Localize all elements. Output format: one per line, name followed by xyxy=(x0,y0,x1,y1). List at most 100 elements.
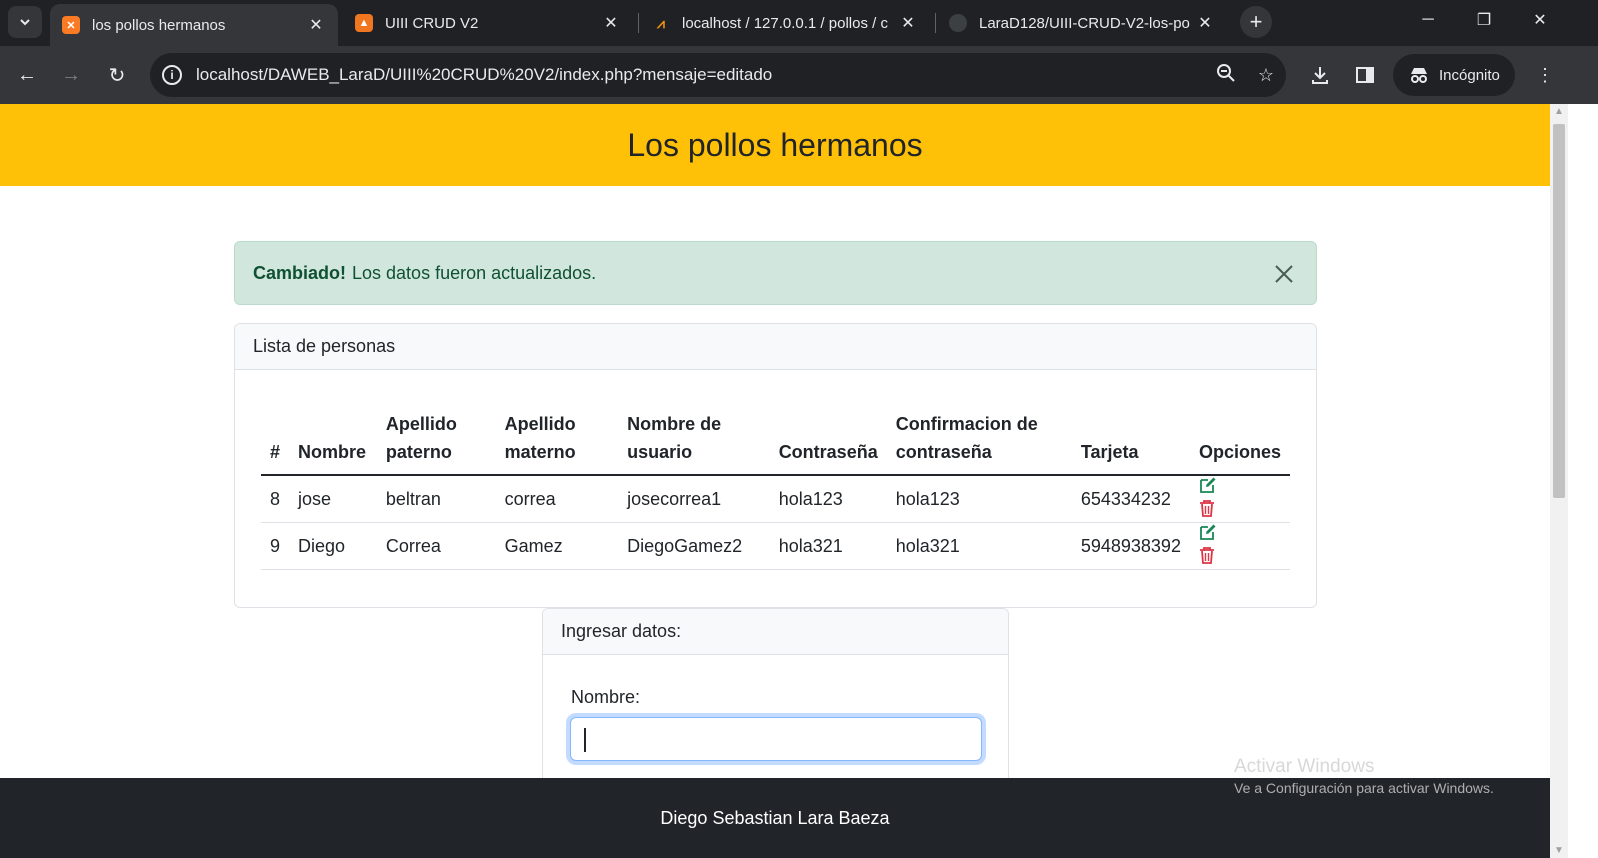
trash-icon xyxy=(1199,547,1214,564)
plus-icon: + xyxy=(1249,9,1263,34)
cell-nombre: jose xyxy=(289,475,377,523)
cell-tarjeta: 5948938392 xyxy=(1071,522,1190,570)
back-button[interactable]: ← xyxy=(12,60,42,90)
edit-button[interactable] xyxy=(1199,523,1247,541)
tab-title: LaraD128/UIII-CRUD-V2-los-po xyxy=(979,14,1190,32)
nombre-label: Nombre: xyxy=(571,687,641,707)
scroll-up-arrow-icon[interactable]: ▲ xyxy=(1554,106,1564,117)
phpmyadmin-favicon-icon: ⩘ xyxy=(657,14,665,31)
table-header-row: # Nombre Apellido paterno Apellido materno… xyxy=(261,404,1290,476)
github-favicon-icon xyxy=(949,14,967,32)
edit-button[interactable] xyxy=(1199,476,1247,494)
cell-confirmacion: hola123 xyxy=(886,475,1072,523)
alert-strong: Cambiado! xyxy=(253,262,347,283)
bookmark-star-icon[interactable]: ☆ xyxy=(1246,65,1286,86)
pencil-square-icon xyxy=(1200,524,1216,540)
close-icon xyxy=(1275,265,1293,283)
tab-title: UIII CRUD V2 xyxy=(385,14,479,32)
watermark-title: Activar Windows xyxy=(1234,756,1375,777)
col-header-id: # xyxy=(261,404,290,476)
alert-message: Los datos fueron actualizados. xyxy=(352,262,597,283)
people-list-card: Lista de personas # Nombre Apellido pater… xyxy=(234,323,1317,608)
tab-separator xyxy=(638,13,639,33)
footer-author: Diego Sebastian Lara Baeza xyxy=(660,807,890,828)
cell-contrasena: hola321 xyxy=(769,522,887,570)
browser-tab-strip: ✕ los pollos hermanos ✕ ▲ UIII CRUD V2 ✕… xyxy=(0,0,1598,46)
col-header-apellido-paterno: Apellido paterno xyxy=(376,404,496,476)
tab-uiii-crud[interactable]: ▲ UIII CRUD V2 ✕ xyxy=(343,0,633,46)
tab-title: los pollos hermanos xyxy=(92,16,226,34)
incognito-indicator[interactable]: Incógnito xyxy=(1393,54,1515,96)
close-tab-icon[interactable]: ✕ xyxy=(599,13,623,33)
col-header-usuario: Nombre de usuario xyxy=(618,404,770,476)
col-header-confirmacion: Confirmacion de contraseña xyxy=(886,404,1072,476)
side-panel-button[interactable] xyxy=(1350,60,1380,90)
url-text[interactable]: localhost/DAWEB_LaraD/UIII%20CRUD%20V2/i… xyxy=(196,65,1206,85)
cell-contrasena: hola123 xyxy=(769,475,887,523)
success-alert: Cambiado! Los datos fueron actualizados. xyxy=(234,241,1317,305)
tab-phpmyadmin[interactable]: ⩘ localhost / 127.0.0.1 / pollos / c ✕ xyxy=(640,0,930,46)
cell-usuario: DiegoGamez2 xyxy=(618,522,770,570)
minimize-button[interactable]: ─ xyxy=(1400,0,1456,40)
browser-menu-button[interactable]: ⋮ xyxy=(1530,60,1560,90)
delete-button[interactable] xyxy=(1199,546,1247,564)
vertical-scrollbar[interactable]: ▲ ▼ xyxy=(1550,104,1568,858)
chevron-down-icon xyxy=(20,19,30,26)
xampp-favicon-icon: ✕ xyxy=(62,16,80,34)
close-window-button[interactable]: ✕ xyxy=(1512,0,1568,40)
side-panel-icon xyxy=(1356,67,1374,83)
scroll-down-arrow-icon[interactable]: ▼ xyxy=(1554,845,1564,856)
alert-close-button[interactable] xyxy=(1268,258,1300,290)
tab-search-button[interactable] xyxy=(8,6,42,38)
scrollbar-thumb[interactable] xyxy=(1553,124,1565,498)
watermark-subtitle: Ve a Configuración para activar Windows. xyxy=(1234,780,1494,796)
window-edge xyxy=(1568,104,1598,858)
address-bar[interactable]: i localhost/DAWEB_LaraD/UIII%20CRUD%20V2… xyxy=(150,53,1286,97)
people-table: # Nombre Apellido paterno Apellido materno… xyxy=(261,404,1290,570)
col-header-contrasena: Contraseña xyxy=(769,404,887,476)
cell-tarjeta: 654334232 xyxy=(1071,475,1190,523)
nombre-input[interactable] xyxy=(570,717,982,761)
restore-icon: ❐ xyxy=(1476,12,1492,29)
site-info-icon[interactable]: i xyxy=(162,65,182,85)
cell-id: 9 xyxy=(261,522,290,570)
cell-apellido-paterno: beltran xyxy=(376,475,496,523)
close-tab-icon[interactable]: ✕ xyxy=(304,15,328,35)
windows-activation-watermark: Activar Windows Ve a Configuración para … xyxy=(1234,756,1494,796)
forward-button[interactable]: → xyxy=(56,60,86,90)
list-card-header: Lista de personas xyxy=(235,324,1316,370)
tab-github[interactable]: LaraD128/UIII-CRUD-V2-los-po ✕ xyxy=(937,0,1227,46)
cell-opciones xyxy=(1189,475,1290,523)
cell-apellido-materno: Gamez xyxy=(495,522,619,570)
new-tab-button[interactable]: + xyxy=(1240,6,1272,38)
site-header: Los pollos hermanos xyxy=(0,104,1550,186)
pencil-square-icon xyxy=(1200,477,1216,493)
close-tab-icon[interactable]: ✕ xyxy=(896,13,920,33)
cell-nombre: Diego xyxy=(289,522,377,570)
table-row: 9 Diego Correa Gamez DiegoGamez2 hola321… xyxy=(261,522,1290,570)
downloads-button[interactable] xyxy=(1305,60,1335,90)
zoom-icon[interactable] xyxy=(1206,63,1246,88)
page-viewport: Los pollos hermanos Cambiado! Los datos … xyxy=(0,104,1550,858)
reload-button[interactable]: ↻ xyxy=(102,60,132,90)
restore-button[interactable]: ❐ xyxy=(1456,0,1512,40)
close-tab-icon[interactable]: ✕ xyxy=(1193,13,1217,33)
text-caret xyxy=(584,728,586,752)
tab-title: localhost / 127.0.0.1 / pollos / c xyxy=(682,14,888,32)
delete-button[interactable] xyxy=(1199,499,1247,517)
close-icon: ✕ xyxy=(1533,12,1547,29)
col-header-opciones: Opciones xyxy=(1189,404,1290,476)
tab-separator xyxy=(935,13,936,33)
col-header-apellido-materno: Apellido materno xyxy=(495,404,619,476)
cell-id: 8 xyxy=(261,475,290,523)
cell-apellido-materno: correa xyxy=(495,475,619,523)
page-title: Los pollos hermanos xyxy=(627,126,923,163)
download-icon xyxy=(1312,67,1328,84)
arrow-right-icon: → xyxy=(61,63,81,86)
app-favicon-icon: ▲ xyxy=(355,14,373,32)
tab-los-pollos-hermanos[interactable]: ✕ los pollos hermanos ✕ xyxy=(50,4,338,46)
cell-confirmacion: hola321 xyxy=(886,522,1072,570)
incognito-label: Incógnito xyxy=(1439,66,1500,84)
browser-toolbar: ← → ↻ i localhost/DAWEB_LaraD/UIII%20CRU… xyxy=(0,46,1598,104)
cell-apellido-paterno: Correa xyxy=(376,522,496,570)
